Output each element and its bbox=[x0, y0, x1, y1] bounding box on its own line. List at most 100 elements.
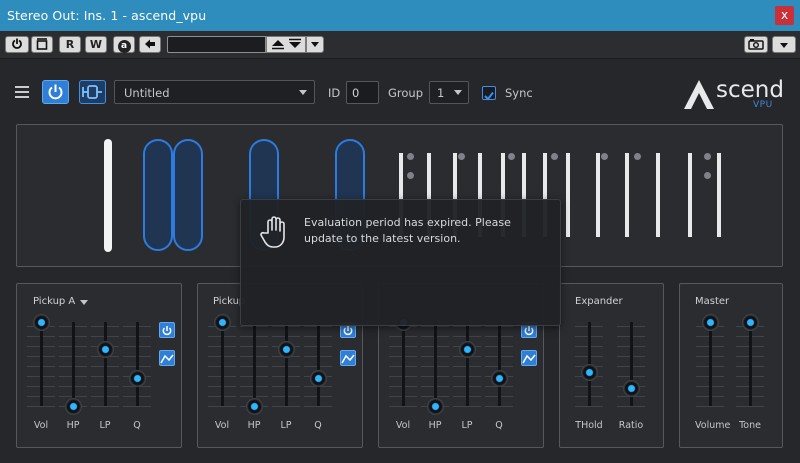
preset-select[interactable]: Untitled bbox=[114, 80, 315, 104]
slider-track-hp[interactable] bbox=[72, 322, 75, 406]
slider-track-vol[interactable] bbox=[402, 322, 405, 406]
slider-handle-hp[interactable] bbox=[65, 398, 82, 415]
slider-handle-lp[interactable] bbox=[97, 340, 114, 358]
slider-tick bbox=[27, 406, 55, 407]
chevron-down-icon bbox=[454, 90, 462, 95]
slider-label: Vol bbox=[395, 420, 411, 431]
arrow-left-icon bbox=[145, 39, 155, 49]
module-expander: Expander THold Ratio bbox=[559, 283, 664, 448]
write-automation-button[interactable]: W bbox=[85, 36, 107, 53]
slider-tick bbox=[123, 406, 151, 407]
slider-track-lp[interactable] bbox=[104, 322, 107, 406]
hand-stop-icon bbox=[260, 216, 285, 248]
camera-icon bbox=[748, 39, 764, 50]
slider-handle-q[interactable] bbox=[129, 370, 146, 388]
plugin-power-button[interactable] bbox=[42, 80, 69, 104]
slider-track-tone[interactable] bbox=[749, 322, 752, 406]
slider-track-vol[interactable] bbox=[40, 322, 43, 406]
slider-handle-vol[interactable] bbox=[33, 314, 50, 331]
slider-label: Q bbox=[133, 420, 141, 431]
host-toolbar: R W a bbox=[0, 31, 800, 59]
fret-marker bbox=[634, 153, 641, 160]
read-automation-button[interactable]: R bbox=[59, 36, 81, 53]
host-preset-field[interactable] bbox=[167, 36, 266, 53]
chevron-down-icon[interactable] bbox=[80, 300, 88, 305]
power-icon bbox=[162, 326, 172, 336]
slider-tick bbox=[696, 406, 724, 407]
camera-button[interactable] bbox=[744, 36, 768, 53]
compare-icon: a bbox=[117, 40, 131, 53]
routing-button[interactable] bbox=[79, 80, 106, 104]
slider-handle-lp[interactable] bbox=[278, 340, 295, 358]
fret-marker bbox=[407, 172, 414, 179]
settings-dropdown-button[interactable] bbox=[772, 36, 796, 53]
evaluation-dialog[interactable]: Evaluation period has expired. Please up… bbox=[240, 199, 561, 326]
slider-track-vol[interactable] bbox=[221, 322, 224, 406]
pickup-a-filter-button[interactable] bbox=[159, 350, 175, 366]
slider-track-q[interactable] bbox=[136, 322, 139, 406]
slider-label: HP bbox=[66, 420, 80, 431]
bridge-bar[interactable] bbox=[104, 139, 112, 252]
pickup-b-filter-button[interactable] bbox=[340, 350, 356, 366]
id-input[interactable]: 0 bbox=[346, 81, 379, 104]
chevron-down-icon bbox=[311, 42, 319, 47]
pickup-coil[interactable] bbox=[143, 139, 173, 251]
slider-handle-vol[interactable] bbox=[214, 314, 231, 331]
slider-handle-volume[interactable] bbox=[702, 314, 719, 331]
slider-label: THold bbox=[575, 420, 603, 431]
module-title: Master bbox=[695, 296, 730, 307]
slider-label: Ratio bbox=[618, 420, 644, 431]
preset-step-buttons[interactable] bbox=[266, 36, 306, 53]
slider-handle-hp[interactable] bbox=[246, 398, 263, 415]
fret bbox=[566, 153, 570, 237]
compare-button[interactable]: a bbox=[113, 36, 135, 53]
slider-handle-thold[interactable] bbox=[581, 364, 598, 382]
slider-track-lp[interactable] bbox=[285, 322, 288, 406]
close-button[interactable]: x bbox=[775, 6, 794, 25]
slider-track-hp[interactable] bbox=[434, 322, 437, 406]
slider-label: LP bbox=[461, 420, 473, 431]
logo-a-mark bbox=[684, 80, 714, 109]
bypass-power-button[interactable] bbox=[5, 36, 29, 53]
slider-tick bbox=[91, 406, 119, 407]
pickup-coil[interactable] bbox=[173, 139, 203, 251]
slider-label: Vol bbox=[33, 420, 49, 431]
slider-label: HP bbox=[428, 420, 442, 431]
fret-marker bbox=[458, 153, 465, 160]
back-button[interactable] bbox=[139, 36, 161, 53]
slider-track-volume[interactable] bbox=[709, 322, 712, 406]
evaluation-message: Evaluation period has expired. Please up… bbox=[304, 216, 511, 245]
slider-tick bbox=[208, 406, 236, 407]
window-titlebar: Stereo Out: Ins. 1 - ascend_vpu x bbox=[0, 0, 800, 31]
fret-marker bbox=[551, 153, 558, 160]
slider-handle-hp[interactable] bbox=[427, 398, 444, 415]
slider-handle-q[interactable] bbox=[310, 370, 327, 388]
group-select[interactable]: 1 bbox=[429, 81, 469, 104]
fret bbox=[656, 153, 660, 237]
slider-label: Vol bbox=[214, 420, 230, 431]
slider-track-lp[interactable] bbox=[466, 322, 469, 406]
pickup-c-filter-button[interactable] bbox=[521, 350, 537, 366]
plugin-panel: Untitled ID 0 Group 1 Sync scend VPU Pic… bbox=[0, 59, 800, 463]
slider-track-q[interactable] bbox=[317, 322, 320, 406]
slider-handle-ratio[interactable] bbox=[623, 379, 640, 397]
sync-checkbox[interactable] bbox=[482, 86, 496, 101]
slider-track-q[interactable] bbox=[498, 322, 501, 406]
activate-button[interactable] bbox=[31, 36, 53, 53]
slider-handle-lp[interactable] bbox=[459, 340, 476, 358]
slider-track-hp[interactable] bbox=[253, 322, 256, 406]
slider-handle-q[interactable] bbox=[491, 370, 508, 388]
slider-tick bbox=[453, 406, 481, 407]
menu-icon[interactable] bbox=[15, 86, 29, 98]
slider-label: Q bbox=[495, 420, 503, 431]
power-icon bbox=[48, 84, 63, 100]
slider-handle-tone[interactable] bbox=[742, 314, 759, 331]
preset-dropdown-button[interactable] bbox=[306, 36, 324, 53]
fret-marker bbox=[601, 153, 608, 160]
pickup-a-enable-button[interactable] bbox=[159, 322, 175, 338]
logo-sub: VPU bbox=[753, 100, 773, 110]
fret-marker bbox=[704, 172, 711, 179]
fret bbox=[596, 153, 600, 237]
slider-tick bbox=[389, 406, 417, 407]
group-value: 1 bbox=[437, 86, 445, 100]
